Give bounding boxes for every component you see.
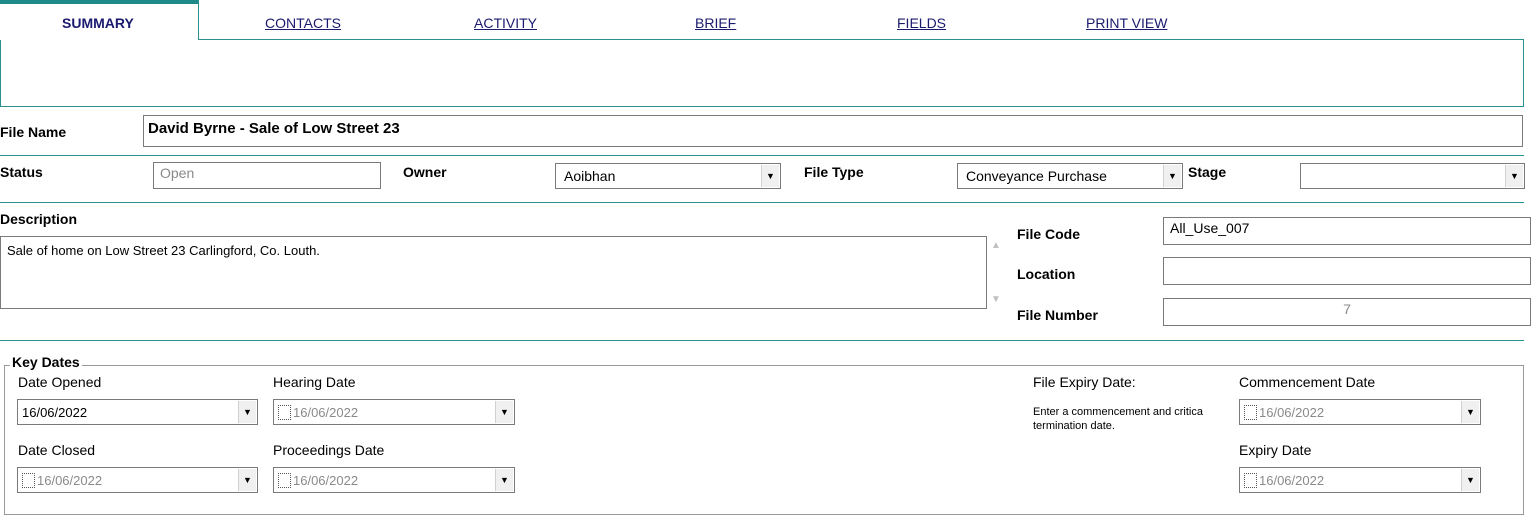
- description-textarea[interactable]: Sale of home on Low Street 23 Carlingfor…: [0, 236, 987, 309]
- file-expiry-hint: Enter a commencement and critica termina…: [1033, 406, 1203, 432]
- file-type-value: Conveyance Purchase: [966, 168, 1107, 184]
- chevron-down-icon[interactable]: ▼: [1505, 165, 1523, 187]
- hearing-date-picker[interactable]: 16/06/2022 ▼: [273, 399, 515, 425]
- file-type-select[interactable]: Conveyance Purchase ▼: [957, 163, 1183, 189]
- divider: [0, 202, 1524, 203]
- chevron-down-icon[interactable]: ▼: [238, 401, 256, 423]
- tab-content-panel: [0, 40, 1524, 107]
- date-opened-label: Date Opened: [18, 374, 102, 390]
- file-type-label: File Type: [804, 164, 864, 180]
- hearing-date-value: 16/06/2022: [293, 404, 359, 420]
- proceedings-date-picker[interactable]: 16/06/2022 ▼: [273, 467, 515, 493]
- owner-value: Aoibhan: [564, 168, 616, 184]
- file-code-input[interactable]: All_Use_007: [1163, 217, 1531, 245]
- expiry-date-label: Expiry Date: [1239, 442, 1312, 458]
- tab-divider: [198, 0, 199, 40]
- file-number-field: 7: [1163, 298, 1531, 326]
- date-opened-picker[interactable]: 16/06/2022 ▼: [17, 399, 258, 425]
- status-field: Open: [153, 162, 381, 189]
- tab-summary-label: SUMMARY: [62, 15, 134, 31]
- hearing-date-checkbox[interactable]: [278, 404, 291, 420]
- commencement-date-checkbox[interactable]: [1244, 404, 1257, 420]
- tab-bar: SUMMARY CONTACTS ACTIVITY BRIEF FIELDS P…: [0, 0, 1537, 40]
- file-expiry-label: File Expiry Date:: [1033, 374, 1136, 390]
- tab-contacts[interactable]: CONTACTS: [265, 15, 341, 31]
- date-opened-value: 16/06/2022: [22, 404, 88, 420]
- file-number-label: File Number: [1017, 307, 1098, 323]
- divider: [0, 155, 1524, 156]
- proceedings-date-checkbox[interactable]: [278, 472, 291, 488]
- tab-fields[interactable]: FIELDS: [897, 15, 946, 31]
- date-closed-picker[interactable]: 16/06/2022 ▼: [17, 467, 258, 493]
- chevron-down-icon[interactable]: ▼: [238, 469, 256, 491]
- tab-summary[interactable]: SUMMARY: [0, 0, 198, 40]
- owner-select[interactable]: Aoibhan ▼: [555, 163, 781, 189]
- tab-print-view[interactable]: PRINT VIEW: [1086, 15, 1167, 31]
- scroll-up-icon[interactable]: ▲: [991, 240, 1001, 251]
- chevron-down-icon[interactable]: ▼: [495, 401, 513, 423]
- divider: [0, 340, 1524, 341]
- location-input[interactable]: [1163, 257, 1531, 285]
- chevron-down-icon[interactable]: ▼: [1461, 401, 1479, 423]
- date-closed-label: Date Closed: [18, 442, 96, 458]
- proceedings-date-label: Proceedings Date: [273, 442, 385, 458]
- description-scrollbar[interactable]: ▲ ▼: [987, 236, 1005, 309]
- chevron-down-icon[interactable]: ▼: [495, 469, 513, 491]
- location-label: Location: [1017, 266, 1076, 282]
- file-code-label: File Code: [1017, 226, 1081, 242]
- description-label: Description: [0, 211, 78, 227]
- key-dates-title: Key Dates: [10, 354, 82, 370]
- expiry-date-value: 16/06/2022: [1259, 472, 1325, 488]
- stage-label: Stage: [1188, 164, 1227, 180]
- chevron-down-icon[interactable]: ▼: [1163, 165, 1181, 187]
- commencement-date-label: Commencement Date: [1239, 374, 1376, 390]
- chevron-down-icon[interactable]: ▼: [761, 165, 779, 187]
- scroll-down-icon[interactable]: ▼: [991, 294, 1001, 305]
- date-closed-value: 16/06/2022: [37, 472, 103, 488]
- commencement-date-picker[interactable]: 16/06/2022 ▼: [1239, 399, 1481, 425]
- commencement-date-value: 16/06/2022: [1259, 404, 1325, 420]
- proceedings-date-value: 16/06/2022: [293, 472, 359, 488]
- tab-brief[interactable]: BRIEF: [695, 15, 736, 31]
- file-name-input[interactable]: David Byrne - Sale of Low Street 23: [143, 115, 1523, 147]
- date-closed-checkbox[interactable]: [22, 472, 35, 488]
- hearing-date-label: Hearing Date: [273, 374, 356, 390]
- file-name-label: File Name: [0, 124, 67, 140]
- expiry-date-checkbox[interactable]: [1244, 472, 1257, 488]
- owner-label: Owner: [403, 164, 447, 180]
- expiry-date-picker[interactable]: 16/06/2022 ▼: [1239, 467, 1481, 493]
- status-label: Status: [0, 164, 43, 180]
- chevron-down-icon[interactable]: ▼: [1461, 469, 1479, 491]
- stage-select[interactable]: ▼: [1300, 163, 1525, 189]
- tab-activity[interactable]: ACTIVITY: [474, 15, 537, 31]
